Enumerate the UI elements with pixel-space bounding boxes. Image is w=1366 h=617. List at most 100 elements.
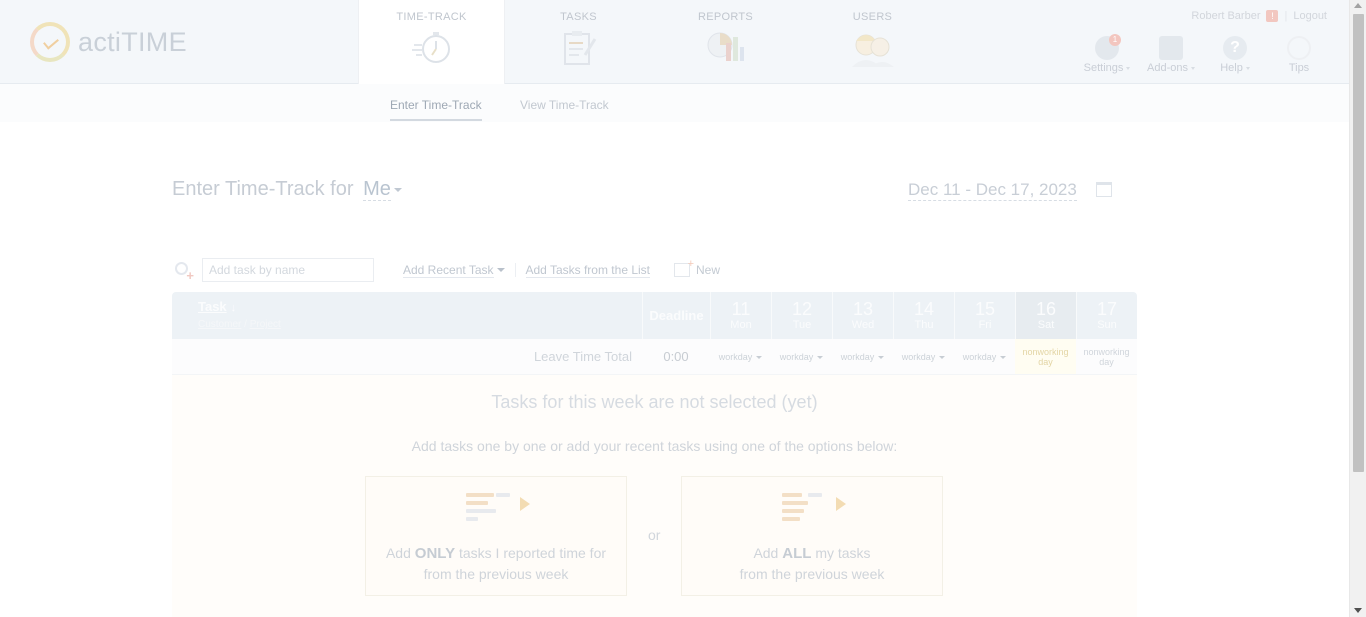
add-recent-task-label: Add Recent Task — [403, 262, 494, 278]
nav-reports[interactable]: REPORTS — [652, 0, 799, 84]
chevron-down-icon — [496, 268, 505, 272]
add-reported-tasks-option[interactable]: Add ONLY tasks I reported time for from … — [365, 476, 627, 596]
day-number: 12 — [791, 299, 813, 319]
arrow-right-icon — [520, 497, 530, 511]
day-status-dropdown[interactable]: workday — [893, 339, 954, 374]
chevron-down-icon — [1126, 66, 1131, 70]
help-icon: ? — [1223, 36, 1247, 60]
bar-line — [782, 509, 804, 513]
nav-tasks[interactable]: TASKS — [505, 0, 652, 84]
day-status: workday — [840, 352, 875, 362]
task-sort-link[interactable]: Task — [198, 299, 227, 314]
day-status-dropdown[interactable]: workday — [771, 339, 832, 374]
puzzle-icon — [1159, 36, 1183, 60]
empty-state-title: Tasks for this week are not selected (ye… — [491, 392, 818, 412]
day-status-line: nonworking — [1022, 347, 1069, 357]
tab-view-time-track[interactable]: View Time-Track — [520, 98, 609, 112]
leave-time-label: Leave Time Total — [533, 349, 632, 364]
logout-link[interactable]: Logout — [1293, 10, 1327, 22]
deadline-column-header: Deadline — [642, 292, 710, 339]
day-number: 11 — [731, 299, 751, 319]
day-status: workday — [718, 352, 753, 362]
option-prefix: Add — [753, 545, 779, 561]
task-list-arrow-icon — [772, 489, 852, 527]
user-select-value: Me — [363, 178, 391, 200]
scroll-thumb[interactable] — [1353, 14, 1364, 472]
task-column-header: Task ↓ Customer / Project — [172, 292, 642, 339]
add-task-row: Add Recent Task Add Tasks from the List … — [172, 256, 720, 284]
add-task-input[interactable] — [202, 258, 374, 282]
divider: | — [1284, 10, 1288, 22]
chevron-down-icon — [1000, 356, 1007, 360]
option-emphasis: ALL — [782, 545, 812, 562]
option-rest: tasks I reported time for — [458, 545, 607, 561]
leave-time-row: Leave Time Total 0:00 workday workday wo… — [172, 339, 1137, 375]
option-line2: from the previous week — [739, 566, 885, 582]
day-number: 17 — [1096, 299, 1118, 319]
add-recent-task-dropdown[interactable]: Add Recent Task — [403, 263, 505, 278]
nav-users[interactable]: USERS — [799, 0, 946, 84]
tips-label: Tips — [1288, 62, 1310, 74]
notification-badge: 1 — [1109, 34, 1121, 46]
leave-time-total: 0:00 — [663, 349, 689, 364]
scroll-down-arrow-icon[interactable] — [1354, 608, 1362, 613]
help-button[interactable]: ? Help — [1207, 36, 1263, 74]
empty-state-subtitle: Add tasks one by one or add your recent … — [411, 438, 898, 454]
bar-line — [808, 493, 822, 497]
week-range-selector[interactable]: Dec 11 - Dec 17, 2023 — [908, 180, 1077, 201]
nav-label: TASKS — [560, 11, 597, 23]
add-all-tasks-option[interactable]: Add ALL my tasks from the previous week — [681, 476, 943, 596]
day-header: 13 Wed — [832, 292, 893, 339]
day-status: workday — [962, 352, 997, 362]
nav-time-track[interactable]: TIME-TRACK — [358, 0, 505, 85]
add-tasks-from-list-link[interactable]: Add Tasks from the List — [525, 263, 650, 278]
project-sort-link[interactable]: Project — [250, 319, 281, 330]
tips-button[interactable]: Tips — [1271, 36, 1327, 74]
add-ons-button[interactable]: Add-ons — [1143, 36, 1199, 74]
day-header: 15 Fri — [954, 292, 1015, 339]
bar-line — [466, 501, 488, 505]
bar-line — [782, 493, 802, 497]
new-task-button[interactable]: New — [674, 258, 721, 277]
day-status-dropdown[interactable]: workday — [710, 339, 771, 374]
customer-sort-link[interactable]: Customer — [198, 319, 241, 330]
sort-arrow-icon: ↓ — [230, 302, 237, 314]
empty-state: Tasks for this week are not selected (ye… — [172, 375, 1137, 617]
app-logo[interactable]: actiTIME — [30, 22, 187, 62]
day-of-week: Wed — [851, 319, 875, 331]
day-of-week: Thu — [914, 319, 934, 331]
user-name[interactable]: Robert Barber — [1191, 10, 1260, 22]
bar-line — [496, 493, 510, 497]
day-status-dropdown[interactable]: workday — [832, 339, 893, 374]
grid-header: Task ↓ Customer / Project Deadline 11 Mon … — [172, 292, 1137, 339]
report-chart-icon — [707, 32, 744, 61]
settings-label: Settings — [1083, 62, 1124, 74]
tab-enter-time-track[interactable]: Enter Time-Track — [390, 98, 482, 121]
settings-button[interactable]: 1 Settings — [1079, 34, 1135, 74]
day-status-dropdown[interactable]: workday — [954, 339, 1015, 374]
option-emphasis: ONLY — [414, 545, 456, 562]
day-status-line: day — [1099, 357, 1114, 367]
chevron-down-icon — [1245, 66, 1250, 70]
day-status-line: day — [1038, 357, 1053, 367]
clipboard-icon — [563, 31, 596, 65]
warning-icon[interactable]: ! — [1266, 10, 1279, 22]
option-text: Add ONLY tasks I reported time for from … — [366, 543, 626, 584]
chevron-down-icon[interactable] — [393, 187, 402, 192]
new-task-label: New — [696, 263, 721, 277]
nav-label: TIME-TRACK — [396, 11, 467, 23]
scroll-up-arrow-icon[interactable] — [1354, 3, 1362, 8]
day-of-week: Sun — [1097, 319, 1117, 331]
option-line2: from the previous week — [423, 566, 569, 582]
day-number: 16 — [1035, 299, 1057, 319]
bar-line — [466, 493, 494, 497]
user-select[interactable]: Me — [363, 178, 391, 201]
bar-line — [782, 517, 800, 521]
calendar-icon[interactable] — [1096, 182, 1112, 197]
main-nav: TIME-TRACK TASKS REPORTS USERS — [358, 0, 946, 85]
page-scrollbar[interactable] — [1349, 0, 1366, 617]
header-tools: 1 Settings Add-ons ? Help Tips — [1079, 34, 1327, 74]
chevron-down-icon — [939, 356, 946, 360]
add-task-icon — [172, 259, 194, 283]
day-header: 14 Thu — [893, 292, 954, 339]
